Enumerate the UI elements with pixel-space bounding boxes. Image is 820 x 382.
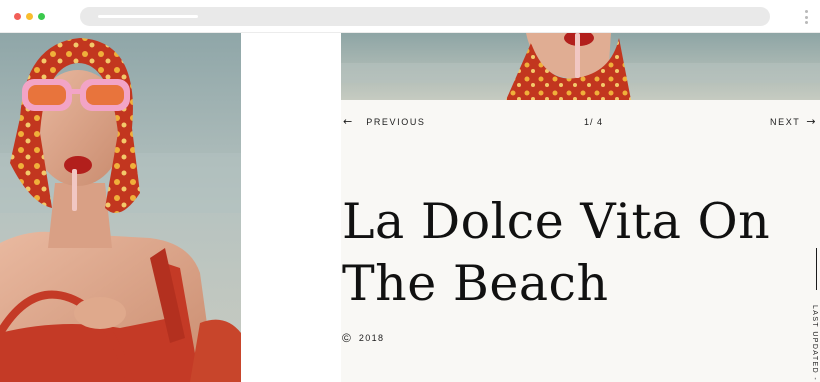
slide-counter: 1/ 4 bbox=[584, 117, 604, 127]
page-title: La Dolce Vita On The Beach bbox=[342, 191, 812, 315]
title-line-1: La Dolce Vita On bbox=[342, 193, 771, 250]
browser-menu-icon[interactable] bbox=[804, 10, 808, 24]
arrow-right-icon: → bbox=[806, 115, 816, 128]
arrow-left-icon: ← bbox=[343, 115, 353, 128]
last-updated-vertical-label: LAST UPDATED - bbox=[810, 305, 820, 382]
address-bar[interactable] bbox=[80, 7, 770, 26]
address-placeholder-line bbox=[98, 15, 198, 18]
content-gutter bbox=[241, 33, 341, 382]
last-updated-label: LAST UPDATED - bbox=[811, 305, 818, 382]
title-line-2: The Beach bbox=[342, 255, 609, 312]
next-label: NEXT bbox=[770, 117, 801, 127]
copyright-line: © 2018 bbox=[342, 331, 384, 345]
minimize-window-dot[interactable] bbox=[26, 13, 33, 20]
gallery-page: ← PREVIOUS 1/ 4 NEXT → La Dolce Vita On … bbox=[0, 33, 820, 382]
next-button[interactable]: NEXT → bbox=[770, 115, 816, 129]
previous-button[interactable]: ← PREVIOUS bbox=[343, 115, 426, 129]
featured-photo bbox=[0, 33, 241, 382]
maximize-window-dot[interactable] bbox=[38, 13, 45, 20]
previous-label: PREVIOUS bbox=[366, 117, 426, 127]
close-window-dot[interactable] bbox=[14, 13, 21, 20]
gallery-slide-image bbox=[341, 33, 820, 100]
woman-on-beach-image bbox=[0, 33, 241, 382]
browser-chrome bbox=[0, 0, 820, 33]
copyright-year: 2018 bbox=[358, 333, 385, 343]
slide-photo bbox=[341, 33, 820, 100]
vertical-divider bbox=[816, 248, 817, 290]
copyright-icon: © bbox=[342, 331, 351, 345]
